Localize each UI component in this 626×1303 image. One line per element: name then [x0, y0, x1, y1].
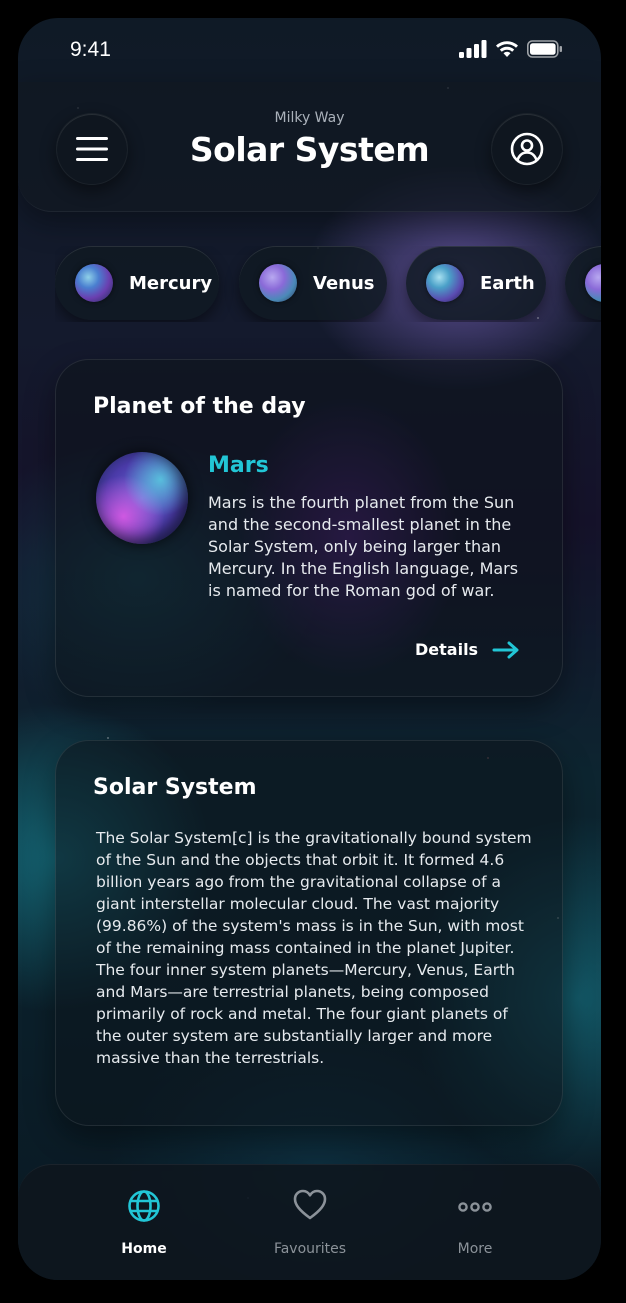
more-dots-icon: [458, 1202, 492, 1212]
app-header: Milky Way Solar System: [18, 82, 601, 212]
profile-button[interactable]: [491, 113, 563, 185]
chip-label: Earth: [480, 272, 535, 294]
tab-home[interactable]: Home: [64, 1165, 224, 1280]
status-bar: 9:41: [18, 18, 601, 82]
chip-label: Venus: [313, 272, 375, 294]
mercury-planet-icon: [75, 264, 113, 302]
chip-venus[interactable]: Venus: [239, 246, 387, 320]
planet-description: Mars is the fourth planet from the Sun a…: [208, 493, 519, 600]
solar-system-card: Solar System The Solar System[c] is the …: [55, 740, 563, 1126]
planet-chip-list: Mercury Venus Earth: [55, 246, 601, 322]
mars-planet-image: [96, 452, 188, 544]
card-heading: Solar System: [93, 775, 257, 800]
details-label: Details: [415, 640, 479, 659]
next-planet-icon: [585, 264, 601, 302]
arrow-right-icon: [492, 641, 519, 658]
card-heading: Planet of the day: [93, 394, 306, 419]
tab-favourites[interactable]: Favourites: [230, 1165, 390, 1280]
phone-screen: 9:41 Milky Way Solar System Mercury Venu…: [18, 18, 601, 1280]
chip-label: Mercury: [129, 272, 213, 294]
chip-earth[interactable]: Earth: [406, 246, 546, 320]
tab-label: Favourites: [273, 1241, 347, 1257]
tab-more[interactable]: More: [395, 1165, 555, 1280]
earth-planet-icon: [426, 264, 464, 302]
details-link[interactable]: Details: [415, 640, 520, 659]
status-icons: [459, 40, 563, 58]
wifi-icon: [496, 41, 518, 57]
globe-icon: [128, 1190, 160, 1222]
tab-label: Home: [121, 1241, 167, 1257]
venus-planet-icon: [259, 264, 297, 302]
cellular-signal-icon: [459, 40, 487, 58]
planet-name: Mars: [208, 453, 269, 478]
solar-system-description: The Solar System[c] is the gravitational…: [96, 829, 532, 1067]
bottom-tab-bar: Home Favourites More: [18, 1164, 601, 1280]
chip-next-planet[interactable]: [565, 246, 601, 320]
planet-of-the-day-card: Planet of the day Mars Mars is the fourt…: [55, 359, 563, 697]
chip-mercury[interactable]: Mercury: [55, 246, 219, 320]
user-circle-icon: [510, 132, 544, 166]
tab-label: More: [457, 1241, 493, 1257]
heart-icon: [293, 1189, 327, 1220]
battery-icon: [527, 40, 562, 58]
status-time: 9:41: [70, 38, 111, 61]
